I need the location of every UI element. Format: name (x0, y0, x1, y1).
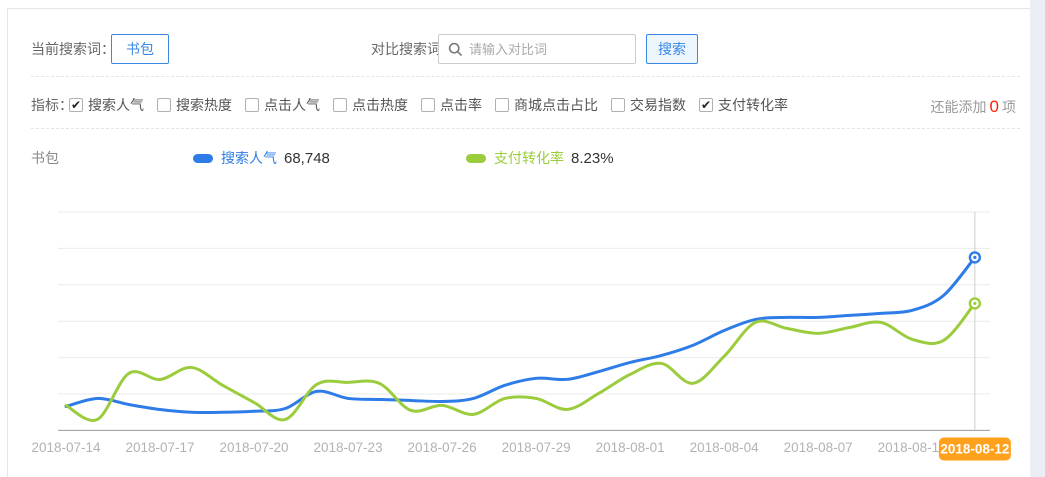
trend-chart[interactable]: 2018-07-14 2018-07-17 2018-07-20 2018-07-23… (0, 0, 1045, 477)
trend-analysis-page: 当前搜索词： 书包 对比搜索词： 搜索 指标： ✔搜索人气✔搜索热度✔点击人气✔… (0, 0, 1045, 477)
x-tick-label: 2018-07-14 (31, 440, 101, 455)
x-tick-label: 2018-07-23 (314, 440, 383, 455)
series-endpoint-dot-1 (973, 302, 976, 305)
x-tick-label: 2018-08-10 (878, 440, 947, 455)
x-tick-label: 2018-08-07 (784, 440, 853, 455)
x-tick-label: 2018-07-17 (125, 440, 194, 455)
x-tick-label: 2018-07-29 (502, 440, 571, 455)
x-tick-label: 2018-07-26 (408, 440, 477, 455)
series-line-0[interactable] (66, 257, 975, 412)
highlighted-date-label: 2018-08-12 (940, 442, 1009, 457)
x-tick-label: 2018-08-01 (596, 440, 665, 455)
x-tick-label: 2018-08-04 (690, 440, 760, 455)
series-endpoint-dot-0 (973, 256, 976, 259)
x-tick-label: 2018-07-20 (220, 440, 289, 455)
